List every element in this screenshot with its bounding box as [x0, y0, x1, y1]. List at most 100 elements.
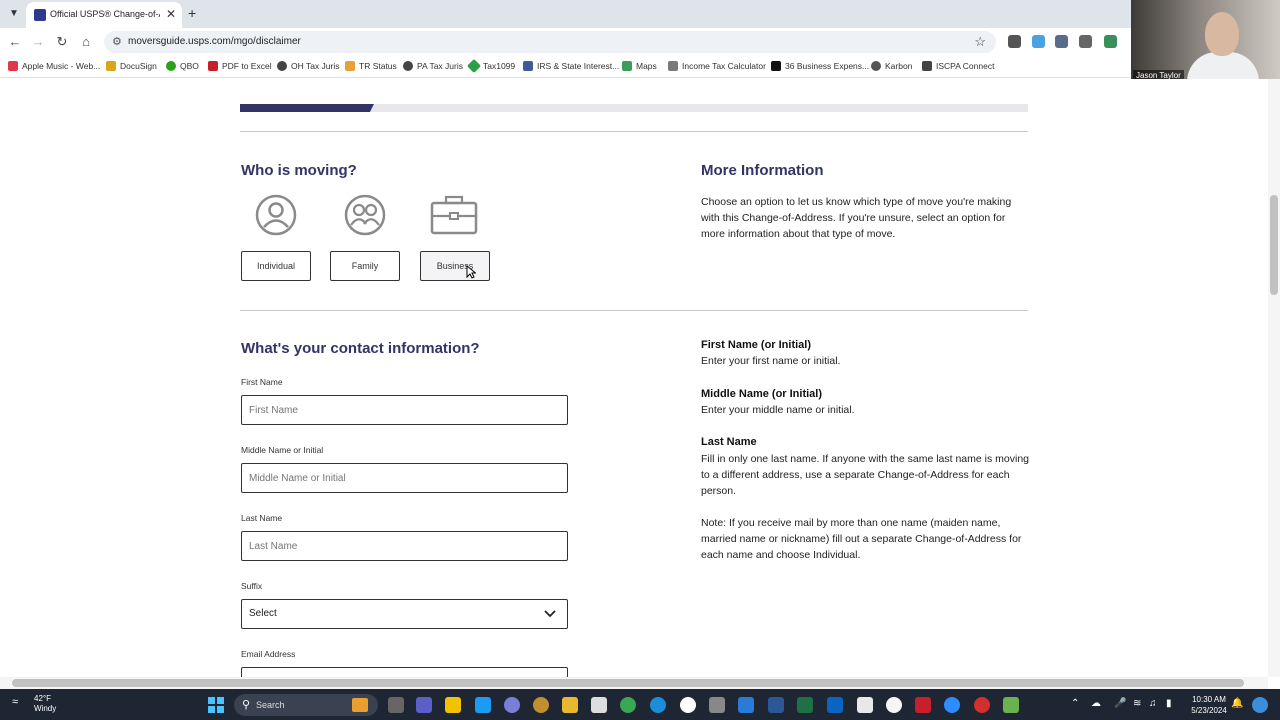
wifi-icon[interactable]: ≋: [1133, 698, 1141, 709]
volume-icon[interactable]: ♫: [1149, 698, 1157, 709]
first-name-input[interactable]: [241, 395, 568, 425]
tr-icon: [345, 61, 355, 71]
reload-icon[interactable]: ↻: [54, 34, 70, 50]
individual-button[interactable]: Individual: [241, 251, 311, 281]
tax1099-icon: [466, 58, 482, 74]
middle-name-input[interactable]: [241, 463, 568, 493]
sticky-notes-icon[interactable]: [445, 697, 461, 713]
back-icon[interactable]: ←: [7, 34, 23, 50]
timer-icon[interactable]: [974, 697, 990, 713]
divider: [240, 310, 1028, 311]
bookmark-star-icon[interactable]: ☆: [974, 34, 986, 50]
chevron-up-icon[interactable]: ⌃: [1071, 698, 1079, 709]
bookmark-item[interactable]: ISCPA Connect: [922, 61, 994, 71]
bookmark-item[interactable]: Tax1099: [466, 58, 515, 74]
middle-name-help-title: Middle Name (or Initial): [701, 388, 823, 400]
vertical-scroll-thumb[interactable]: [1270, 195, 1278, 295]
search-highlight-icon: [352, 698, 368, 712]
app-icon[interactable]: [533, 697, 549, 713]
app-icon[interactable]: [709, 697, 725, 713]
app-icon[interactable]: [857, 697, 873, 713]
extension-facebook-icon[interactable]: [1055, 35, 1068, 48]
last-name-input[interactable]: [241, 531, 568, 561]
pdf-app-icon[interactable]: [915, 697, 931, 713]
snipping-tool-icon[interactable]: [591, 697, 607, 713]
outlook-icon[interactable]: [827, 697, 843, 713]
briefcase-icon: [430, 195, 478, 235]
copilot-icon[interactable]: [1252, 697, 1268, 713]
webcam-overlay: Jason Taylor: [1131, 0, 1280, 84]
onedrive-icon[interactable]: ☁: [1091, 698, 1101, 709]
bookmark-item[interactable]: TR Status: [345, 61, 397, 71]
suffix-label: Suffix: [241, 581, 263, 591]
bookmark-item[interactable]: 36 Business Expens...: [771, 61, 869, 71]
last-name-help-title: Last Name: [701, 436, 757, 448]
calendar-icon[interactable]: [738, 697, 754, 713]
close-tab-icon[interactable]: ✕: [166, 7, 176, 21]
more-info-heading: More Information: [701, 162, 824, 179]
bookmark-item[interactable]: OH Tax Juris: [277, 61, 340, 71]
home-icon[interactable]: ⌂: [78, 34, 94, 50]
bookmark-item[interactable]: DocuSign: [106, 61, 157, 71]
windows-start-icon[interactable]: [208, 697, 224, 713]
bookmark-item[interactable]: Karbon: [871, 61, 912, 71]
globe-icon: [403, 61, 413, 71]
business-button[interactable]: Business: [420, 251, 490, 281]
extension-pen-icon[interactable]: [1008, 35, 1021, 48]
x-app-icon[interactable]: [475, 697, 491, 713]
forward-icon[interactable]: →: [30, 34, 46, 50]
clock[interactable]: 10:30 AM 5/23/2024: [1186, 694, 1232, 716]
bookmark-item[interactable]: Apple Music - Web...: [8, 61, 100, 71]
chrome-icon[interactable]: [620, 697, 636, 713]
family-button[interactable]: Family: [330, 251, 400, 281]
search-icon: ⚲: [242, 699, 251, 711]
bookmark-item[interactable]: PA Tax Juris: [403, 61, 463, 71]
webcam-person-head: [1205, 12, 1239, 56]
suffix-select[interactable]: Select: [241, 599, 568, 629]
excel-icon[interactable]: [797, 697, 813, 713]
globe-icon: [277, 61, 287, 71]
bookmark-item[interactable]: Income Tax Calculator: [668, 61, 766, 71]
file-explorer-icon[interactable]: [562, 697, 578, 713]
password-manager-icon[interactable]: [680, 697, 696, 713]
bookmark-item[interactable]: IRS & State Interest...: [523, 61, 619, 71]
extension-shield-icon[interactable]: [1104, 35, 1117, 48]
task-view-icon[interactable]: [388, 697, 404, 713]
zoom-icon[interactable]: [944, 697, 960, 713]
divider: [240, 131, 1028, 132]
first-name-label: First Name: [241, 377, 283, 387]
mouse-cursor-icon: [466, 265, 476, 279]
microphone-icon[interactable]: 🎤: [1114, 698, 1126, 709]
docusign-icon: [106, 61, 116, 71]
settings-icon[interactable]: [504, 697, 520, 713]
taskbar-search[interactable]: ⚲ Search: [234, 694, 378, 716]
weather-temp: 42°F: [34, 694, 51, 703]
bookmark-item[interactable]: QBO: [166, 61, 199, 71]
vertical-scrollbar[interactable]: [1268, 79, 1280, 677]
edge-icon[interactable]: [650, 697, 666, 713]
word-icon[interactable]: [768, 697, 784, 713]
tab-search-icon[interactable]: ▼: [6, 6, 22, 22]
url-text: moversguide.usps.com/mgo/disclaimer: [128, 36, 301, 47]
usps-favicon-icon: [34, 9, 46, 21]
app-icon[interactable]: [886, 697, 902, 713]
site-info-icon[interactable]: ⚙: [112, 35, 122, 48]
email-input[interactable]: [241, 667, 568, 677]
extension-cloud-icon[interactable]: [1032, 35, 1045, 48]
iscpa-icon: [922, 61, 932, 71]
bookmark-item[interactable]: Maps: [622, 61, 657, 71]
wind-icon: ≈: [12, 696, 19, 708]
taskbar-search-label: Search: [256, 700, 285, 710]
address-bar[interactable]: ⚙ moversguide.usps.com/mgo/disclaimer ☆: [104, 31, 996, 53]
active-tab[interactable]: Official USPS® Change-of-Add ✕: [26, 2, 182, 28]
bookmark-item[interactable]: PDF to Excel: [208, 61, 272, 71]
battery-icon[interactable]: ▮: [1166, 698, 1172, 709]
contact-heading: What's your contact information?: [241, 340, 480, 357]
progress-fill: [240, 104, 374, 112]
new-tab-icon[interactable]: +: [188, 5, 196, 21]
app-icon[interactable]: [1003, 697, 1019, 713]
teams-icon[interactable]: [416, 697, 432, 713]
extension-puzzle-icon[interactable]: [1079, 35, 1092, 48]
horizontal-scroll-thumb[interactable]: [12, 679, 1244, 687]
notification-bell-icon[interactable]: 🔔: [1231, 698, 1243, 709]
